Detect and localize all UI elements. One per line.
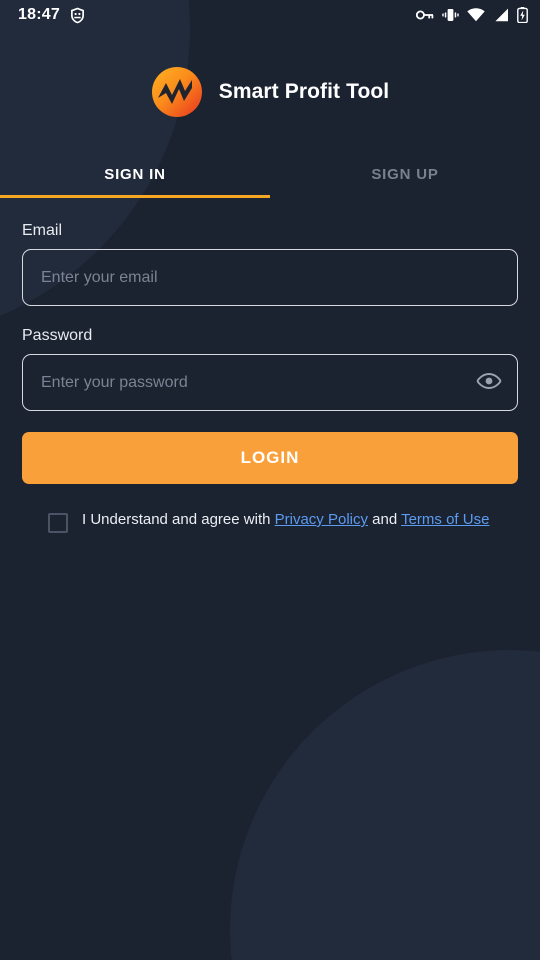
- email-label: Email: [22, 222, 63, 239]
- login-screen: Smart Profit Tool SIGN IN SIGN UP Email …: [0, 62, 540, 533]
- vpn-key-icon: [416, 9, 434, 21]
- password-label: Password: [22, 327, 93, 344]
- battery-charging-icon: [517, 7, 528, 23]
- password-field-wrapper: [22, 354, 518, 411]
- status-bar-left: 18:47: [18, 6, 85, 24]
- terms-of-use-link[interactable]: Terms of Use: [401, 511, 489, 528]
- tab-sign-in-label: SIGN IN: [104, 165, 166, 183]
- toggle-password-visibility-button[interactable]: [474, 368, 504, 398]
- brand-header: Smart Profit Tool: [0, 62, 540, 122]
- agreement-checkbox[interactable]: [48, 513, 68, 533]
- email-input[interactable]: [22, 249, 518, 306]
- vibrate-icon: [442, 8, 459, 22]
- password-input[interactable]: [22, 354, 518, 411]
- background-circle-bottom-right: [230, 650, 540, 960]
- shield-icon: [70, 7, 85, 24]
- privacy-policy-link[interactable]: Privacy Policy: [275, 511, 368, 528]
- eye-icon: [476, 372, 502, 393]
- tab-sign-up[interactable]: SIGN UP: [270, 150, 540, 198]
- status-bar-clock: 18:47: [18, 6, 60, 23]
- agreement-text-between: and: [367, 511, 402, 528]
- auth-tabs: SIGN IN SIGN UP: [0, 150, 540, 198]
- agreement-row: I Understand and agree with Privacy Poli…: [22, 510, 518, 533]
- email-field-wrapper: [22, 249, 518, 306]
- cellular-signal-icon: [493, 8, 509, 22]
- tab-sign-in[interactable]: SIGN IN: [0, 150, 270, 198]
- smart-profit-tool-logo-icon: [151, 66, 203, 118]
- agreement-text-before: I Understand and agree with: [82, 511, 275, 528]
- active-tab-indicator: [0, 195, 270, 198]
- status-bar: 18:47: [0, 0, 540, 30]
- tab-sign-up-label: SIGN UP: [371, 165, 439, 183]
- agreement-text: I Understand and agree with Privacy Poli…: [82, 510, 489, 530]
- app-title: Smart Profit Tool: [218, 80, 390, 103]
- status-bar-right: [416, 7, 528, 23]
- sign-in-form: Email Password LOGIN I Understand and ag…: [0, 222, 540, 533]
- wifi-icon: [467, 8, 485, 22]
- login-button[interactable]: LOGIN: [22, 432, 518, 484]
